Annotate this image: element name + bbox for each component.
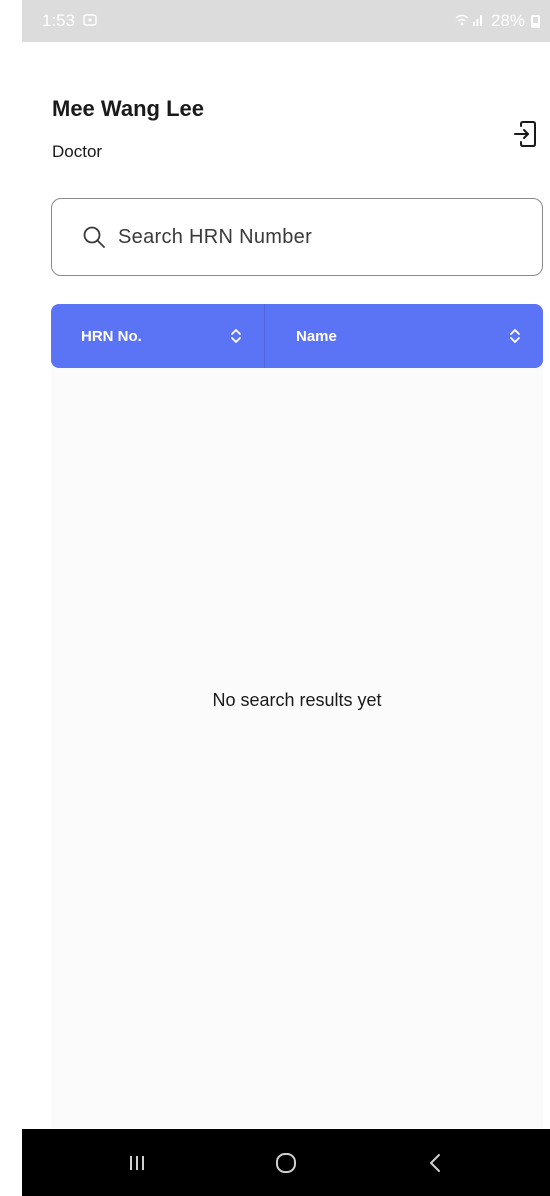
user-role: Doctor (52, 142, 103, 161)
results-table-header: HRN No. Name (51, 304, 543, 368)
battery-percent: 28% (490, 11, 525, 30)
column-header-hrn[interactable]: HRN No. (51, 304, 265, 368)
column-header-name[interactable]: Name (265, 304, 543, 368)
user-name: Mee Wang Lee (52, 96, 204, 121)
recent-apps-button[interactable] (107, 1143, 167, 1183)
search-box[interactable] (51, 198, 543, 276)
back-icon (430, 1153, 441, 1172)
screenshot-icon (83, 11, 97, 31)
sort-icon (510, 329, 520, 343)
back-button[interactable] (405, 1143, 465, 1183)
battery-icon (531, 14, 540, 28)
system-nav-bar (22, 1129, 550, 1196)
status-bar: 1:53 28% (22, 0, 550, 42)
column-header-label: HRN No. (81, 327, 142, 345)
status-time: 1:53 (42, 11, 76, 30)
wifi-signal-icon (455, 13, 485, 30)
logout-icon (514, 121, 536, 147)
search-input[interactable] (118, 225, 498, 249)
app-screen: 1:53 28% Mee Wang Lee Doctor Search HRN … (22, 0, 550, 1196)
home-icon (275, 1152, 296, 1173)
sort-icon (231, 329, 241, 343)
recent-apps-icon (129, 1155, 144, 1170)
search-icon (83, 226, 105, 248)
results-area: No search results yet (51, 368, 543, 1128)
empty-results-message: No search results yet (212, 690, 382, 710)
logout-button[interactable] (512, 120, 538, 148)
home-button[interactable] (256, 1143, 316, 1183)
column-header-label: Name (296, 327, 337, 345)
